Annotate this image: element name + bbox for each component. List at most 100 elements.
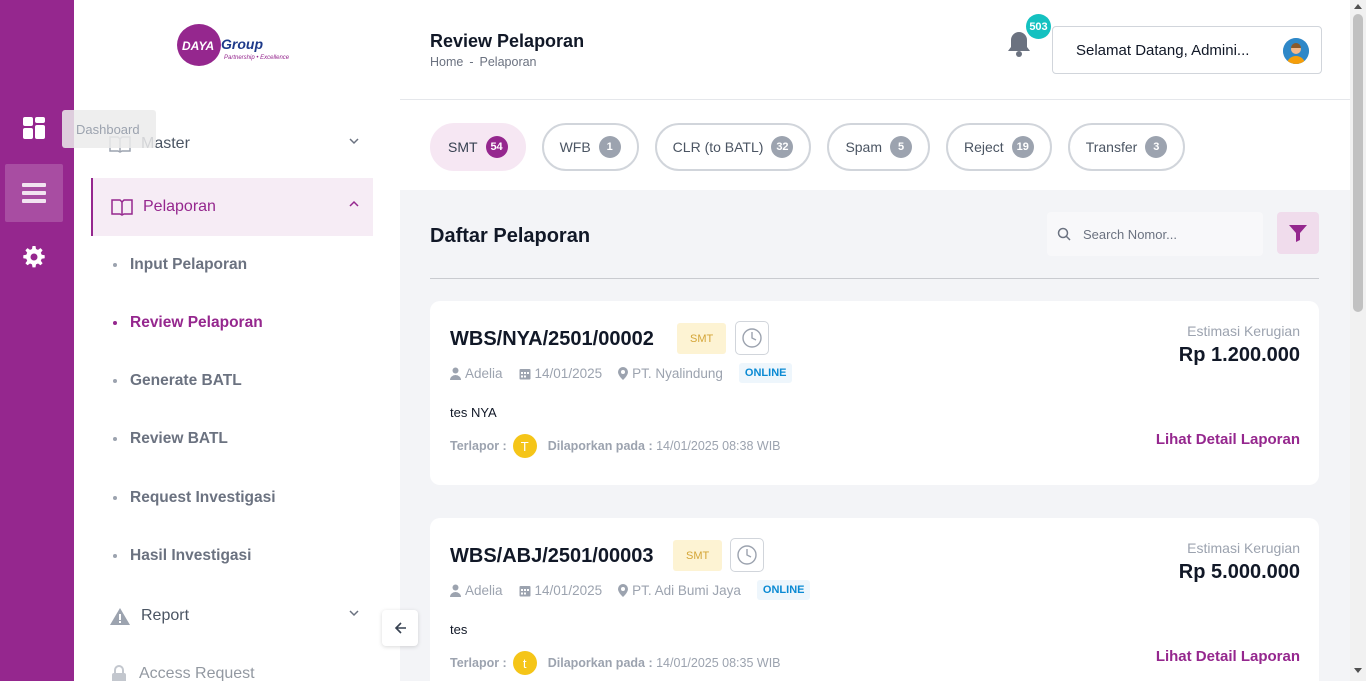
breadcrumb-separator: -: [469, 55, 474, 69]
clock-icon: [742, 328, 762, 348]
user-icon: [450, 367, 461, 380]
report-number: WBS/NYA/2501/00002: [450, 328, 654, 350]
type-badge: SMT: [677, 323, 727, 354]
view-detail-link[interactable]: Lihat Detail Laporan: [1156, 431, 1300, 448]
tab-count: 32: [771, 136, 794, 158]
submenu-review-pelaporan[interactable]: Review Pelaporan: [113, 314, 263, 332]
warning-icon: [110, 607, 130, 625]
collapse-sidebar-button[interactable]: [382, 610, 418, 646]
report-footer: Terlapor : t Dilaporkan pada : 14/01/202…: [450, 651, 781, 675]
submenu-review-batl[interactable]: Review BATL: [113, 430, 228, 448]
estimate-value: Rp 1.200.000: [1178, 344, 1300, 366]
sidebar-item-label: Pelaporan: [143, 198, 216, 215]
user-menu[interactable]: Selamat Datang, Admini...: [1052, 26, 1322, 74]
calendar-icon: [519, 368, 531, 379]
submenu-generate-batl[interactable]: Generate BATL: [113, 372, 242, 390]
greeting-text: Selamat Datang, Admini...: [1076, 41, 1250, 59]
notification-button[interactable]: [1006, 30, 1032, 63]
user-icon: [450, 584, 461, 597]
tab-count: 54: [485, 136, 508, 158]
dashboard-icon: [23, 117, 45, 139]
breadcrumb-home[interactable]: Home: [430, 55, 463, 69]
sidebar-item-pelaporan[interactable]: Pelaporan: [91, 178, 373, 236]
terlapor-avatar: T: [512, 434, 537, 458]
svg-text:Group: Group: [221, 36, 263, 52]
page-scrollbar[interactable]: [1350, 0, 1366, 681]
search-icon: [1057, 227, 1071, 241]
tab-smt[interactable]: SMT 54: [430, 123, 526, 171]
report-list-section: Daftar Pelaporan WBS/NYA/2501/00002 SMT …: [400, 190, 1350, 681]
report-meta: Adelia 14/01/2025 PT. Nyalindung ONLINE: [450, 363, 793, 383]
daya-group-logo: DAYA Group Partnership • Excellence: [174, 20, 314, 70]
channel-badge: ONLINE: [738, 363, 793, 383]
sidebar: DAYA Group Partnership • Excellence Mast…: [74, 0, 400, 681]
location-pin-icon: [618, 366, 629, 380]
report-description: tes NYA: [450, 405, 497, 420]
tab-wfb[interactable]: WFB 1: [541, 123, 639, 171]
svg-text:DAYA: DAYA: [182, 39, 214, 53]
submenu-request-investigasi[interactable]: Request Investigasi: [113, 489, 276, 507]
scroll-down-arrow[interactable]: [1354, 668, 1362, 673]
dashboard-tooltip: Dashboard: [62, 110, 156, 148]
status-tabs: SMT 54 WFB 1 CLR (to BATL) 32 Spam 5 Reject 1…: [430, 123, 1186, 171]
top-header: Review Pelaporan Home - Pelaporan 503 Se…: [400, 0, 1350, 100]
search-input[interactable]: [1083, 226, 1253, 242]
report-card: WBS/ABJ/2501/00003 SMT Adelia 14/01/2025…: [430, 518, 1319, 681]
report-date: 14/01/2025: [534, 365, 603, 381]
tab-count: 3: [1145, 136, 1168, 158]
list-title: Daftar Pelaporan: [430, 225, 591, 247]
tab-count: 5: [890, 136, 913, 158]
channel-badge: ONLINE: [756, 580, 811, 600]
submenu-input-pelaporan[interactable]: Input Pelaporan: [113, 256, 247, 274]
menu-icon: [22, 183, 46, 203]
view-detail-link[interactable]: Lihat Detail Laporan: [1156, 648, 1300, 665]
submenu-hasil-investigasi[interactable]: Hasil Investigasi: [113, 547, 251, 565]
reporter-name: Adelia: [465, 582, 503, 598]
filter-button[interactable]: [1277, 212, 1319, 254]
menu-button[interactable]: [5, 164, 63, 222]
terlapor-avatar: t: [512, 651, 537, 675]
scroll-thumb[interactable]: [1353, 14, 1363, 312]
reported-at: 14/01/2025 08:38 WIB: [656, 439, 781, 453]
calendar-icon: [519, 585, 531, 596]
scroll-up-arrow[interactable]: [1354, 4, 1362, 9]
history-button[interactable]: [730, 538, 764, 572]
report-number: WBS/ABJ/2501/00003: [450, 545, 654, 567]
tab-count: 19: [1011, 136, 1034, 158]
company-name: PT. Nyalindung: [632, 365, 723, 381]
estimate-label: Estimasi Kerugian: [1187, 323, 1300, 339]
divider: [430, 278, 1319, 279]
dashboard-button[interactable]: [5, 99, 63, 157]
report-description: tes: [450, 622, 468, 637]
icon-rail: [0, 0, 74, 681]
chevron-down-icon: [349, 610, 359, 617]
breadcrumb-current: Pelaporan: [479, 55, 537, 69]
report-footer: Terlapor : T Dilaporkan pada : 14/01/202…: [450, 434, 781, 458]
reported-at: 14/01/2025 08:35 WIB: [656, 656, 781, 670]
company-name: PT. Adi Bumi Jaya: [632, 582, 741, 598]
search-box: [1047, 212, 1263, 256]
sidebar-item-access-request[interactable]: Access Request: [91, 645, 373, 681]
tab-clr[interactable]: CLR (to BATL) 32: [654, 123, 812, 171]
tab-reject[interactable]: Reject 19: [946, 123, 1052, 171]
report-date: 14/01/2025: [534, 582, 603, 598]
type-badge: SMT: [673, 540, 723, 571]
avatar: [1283, 38, 1309, 64]
sidebar-item-report[interactable]: Report: [91, 587, 373, 645]
chevron-up-icon: [349, 200, 359, 207]
location-pin-icon: [618, 583, 629, 597]
tab-spam[interactable]: Spam 5: [827, 123, 931, 171]
report-meta: Adelia 14/01/2025 PT. Adi Bumi Jaya ONLI…: [450, 580, 811, 600]
filter-icon: [1289, 225, 1307, 242]
svg-text:Partnership • Excellence: Partnership • Excellence: [224, 55, 290, 61]
sidebar-item-label: Access Request: [139, 665, 255, 681]
estimate-label: Estimasi Kerugian: [1187, 540, 1300, 556]
report-card: WBS/NYA/2501/00002 SMT Adelia 14/01/2025…: [430, 301, 1319, 485]
tab-count: 1: [598, 136, 621, 158]
history-button[interactable]: [735, 321, 769, 355]
tab-transfer[interactable]: Transfer 3: [1067, 123, 1186, 171]
chevron-down-icon: [349, 138, 359, 145]
clock-icon: [737, 545, 757, 565]
settings-button[interactable]: [5, 228, 63, 286]
book-icon: [111, 199, 133, 216]
